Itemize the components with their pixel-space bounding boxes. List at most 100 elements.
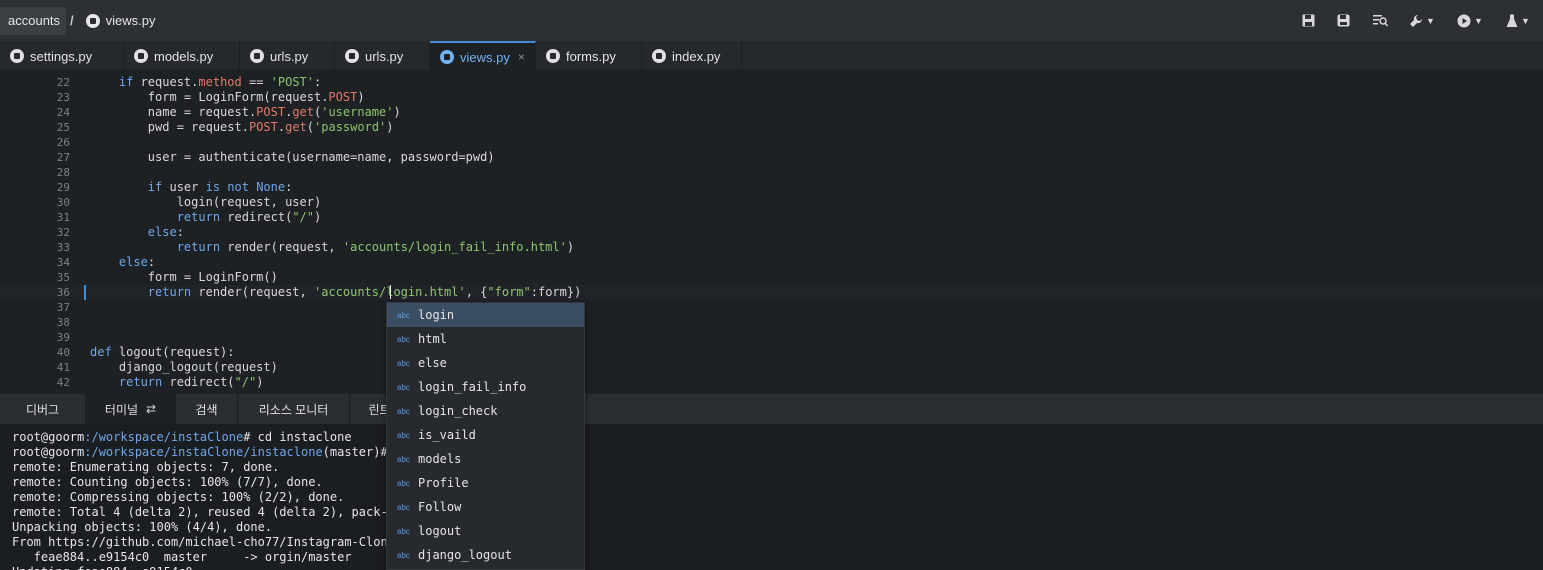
terminal-line: Unpacking objects: 100% (4/4), done. xyxy=(12,520,273,534)
python-file-icon xyxy=(652,49,666,63)
terminal-line: remote: Total 4 (delta 2), reused 4 (del… xyxy=(12,505,388,519)
suggestion-type-icon: abc xyxy=(397,334,410,344)
code-line[interactable]: 26 xyxy=(0,135,1543,150)
suggestion-type-icon: abc xyxy=(397,406,410,416)
breadcrumb-file[interactable]: views.py xyxy=(78,7,164,35)
suggestion-type-icon: abc xyxy=(397,454,410,464)
autocomplete-item[interactable]: abc else xyxy=(387,351,584,375)
autocomplete-item[interactable]: abc logout xyxy=(387,519,584,543)
suggestion-type-icon: abc xyxy=(397,502,410,512)
autocomplete-item[interactable]: abc login_check xyxy=(387,399,584,423)
code-line[interactable]: 36 return render(request, 'accounts/logi… xyxy=(0,285,1543,300)
autocomplete-item[interactable]: abc Follow xyxy=(387,495,584,519)
code-text: login(request, user) xyxy=(90,195,322,209)
suggestion-type-icon: abc xyxy=(397,526,410,536)
find-icon[interactable] xyxy=(1369,10,1391,32)
line-number: 24 xyxy=(56,106,70,119)
tab-views-py[interactable]: views.py × xyxy=(430,41,536,71)
line-number: 29 xyxy=(56,181,70,194)
code-text: form = LoginForm() xyxy=(90,270,278,284)
code-line[interactable]: 24 name = request.POST.get('username') xyxy=(0,105,1543,120)
code-line[interactable]: 30 login(request, user) xyxy=(0,195,1543,210)
code-line[interactable]: 42 return redirect("/") xyxy=(0,375,1543,390)
tab-urls-py[interactable]: urls.py xyxy=(240,41,335,71)
tab-settings-py[interactable]: settings.py xyxy=(0,41,124,71)
breadcrumb-folder[interactable]: accounts xyxy=(0,6,67,35)
code-line[interactable]: 28 xyxy=(0,165,1543,180)
terminal-line: remote: Counting objects: 100% (7/7), do… xyxy=(12,475,323,489)
terminal[interactable]: root@goorm:/workspace/instaClone# cd ins… xyxy=(0,424,1543,570)
line-number: 27 xyxy=(56,151,70,164)
tab-debug[interactable]: 디버그 xyxy=(0,394,86,424)
code-line[interactable]: 33 return render(request, 'accounts/logi… xyxy=(0,240,1543,255)
tab-label: 디버그 xyxy=(25,402,60,417)
code-line[interactable]: 40 def logout(request): xyxy=(0,345,1543,360)
code-editor[interactable]: 22 if request.method == 'POST': 23 form =… xyxy=(0,72,1543,394)
terminal-line: root@goorm:/workspace/instaClone/instacl… xyxy=(12,445,388,460)
tab-forms-py[interactable]: forms.py xyxy=(536,41,642,71)
save-all-icon[interactable] xyxy=(1333,10,1355,32)
tab-urls-py-2[interactable]: urls.py xyxy=(335,41,430,71)
tab-label: urls.py xyxy=(270,48,309,64)
suggestion-label: login_fail_info xyxy=(418,380,527,394)
refresh-icon[interactable]: ⇄ xyxy=(146,402,156,416)
line-number: 38 xyxy=(56,316,70,329)
line-number: 23 xyxy=(56,91,70,104)
suggestion-type-icon: abc xyxy=(397,430,410,440)
run-icon[interactable]: ▼ xyxy=(1453,10,1487,32)
code-line[interactable]: 32 else: xyxy=(0,225,1543,240)
terminal-path: :/workspace/instaClone/instaclone xyxy=(84,445,323,459)
code-text: else: xyxy=(118,255,156,269)
autocomplete-item[interactable]: abc login xyxy=(387,303,584,327)
tab-label: 검색 xyxy=(195,402,218,417)
line-number: 40 xyxy=(56,346,70,359)
tab-label: urls.py xyxy=(365,48,404,64)
tab-label: 터미널 xyxy=(104,402,139,417)
autocomplete-item[interactable]: abc django_logout xyxy=(387,543,584,567)
code-text: if user is not None: xyxy=(147,180,293,194)
line-number: 41 xyxy=(56,361,70,374)
tab-models-py[interactable]: models.py xyxy=(124,41,240,71)
breadcrumb: accounts / views.py xyxy=(0,0,164,41)
code-line[interactable]: 34 else: xyxy=(0,255,1543,270)
flask-icon[interactable]: ▼ xyxy=(1501,10,1535,32)
tab-resource-monitor[interactable]: 리소스 모니터 xyxy=(238,394,350,424)
code-line[interactable]: 23 form = LoginForm(request.POST) xyxy=(0,90,1543,105)
text-cursor xyxy=(390,285,391,299)
suggestion-label: django_logout xyxy=(418,548,512,562)
terminal-line: From https://github.com/michael-cho77/In… xyxy=(12,535,388,549)
terminal-prompt: root@goorm xyxy=(12,430,85,444)
code-line[interactable]: 31 return redirect("/") xyxy=(0,210,1543,225)
code-text: return redirect("/") xyxy=(118,375,264,389)
line-number: 30 xyxy=(56,196,70,209)
autocomplete-item[interactable]: abc is_vaild xyxy=(387,423,584,447)
suggestion-label: Follow xyxy=(418,500,462,514)
code-line[interactable]: 25 pwd = request.POST.get('password') xyxy=(0,120,1543,135)
tab-terminal[interactable]: 터미널 ⇄ xyxy=(86,394,176,424)
python-file-icon xyxy=(440,50,454,64)
autocomplete-item[interactable]: abc login_fail_info xyxy=(387,375,584,399)
save-icon[interactable] xyxy=(1297,10,1319,32)
tab-index-py[interactable]: index.py xyxy=(642,41,742,71)
tab-search[interactable]: 검색 xyxy=(176,394,238,424)
line-number: 34 xyxy=(56,256,70,269)
autocomplete-item[interactable]: abc Profile xyxy=(387,471,584,495)
code-line[interactable]: 41 django_logout(request) xyxy=(0,360,1543,375)
autocomplete-item[interactable]: abc models xyxy=(387,447,584,471)
code-line[interactable]: 27 user = authenticate(username=name, pa… xyxy=(0,150,1543,165)
code-text: return render(request, 'accounts/login.h… xyxy=(147,285,582,299)
code-line[interactable]: 29 if user is not None: xyxy=(0,180,1543,195)
code-line[interactable]: 38 xyxy=(0,315,1543,330)
code-text: form = LoginForm(request.POST) xyxy=(90,90,365,104)
code-line[interactable]: 35 form = LoginForm() xyxy=(0,270,1543,285)
code-line[interactable]: 37 xyxy=(0,300,1543,315)
code-text: pwd = request.POST.get('password') xyxy=(90,120,394,134)
code-text: user = authenticate(username=name, passw… xyxy=(90,150,495,164)
code-text: if request.method == 'POST': xyxy=(118,75,322,89)
code-line[interactable]: 22 if request.method == 'POST': xyxy=(0,75,1543,90)
wrench-icon[interactable]: ▼ xyxy=(1405,10,1439,32)
code-line[interactable]: 39 xyxy=(0,330,1543,345)
autocomplete-item[interactable]: abc html xyxy=(387,327,584,351)
close-icon[interactable]: × xyxy=(518,50,525,64)
python-file-icon xyxy=(10,49,24,63)
